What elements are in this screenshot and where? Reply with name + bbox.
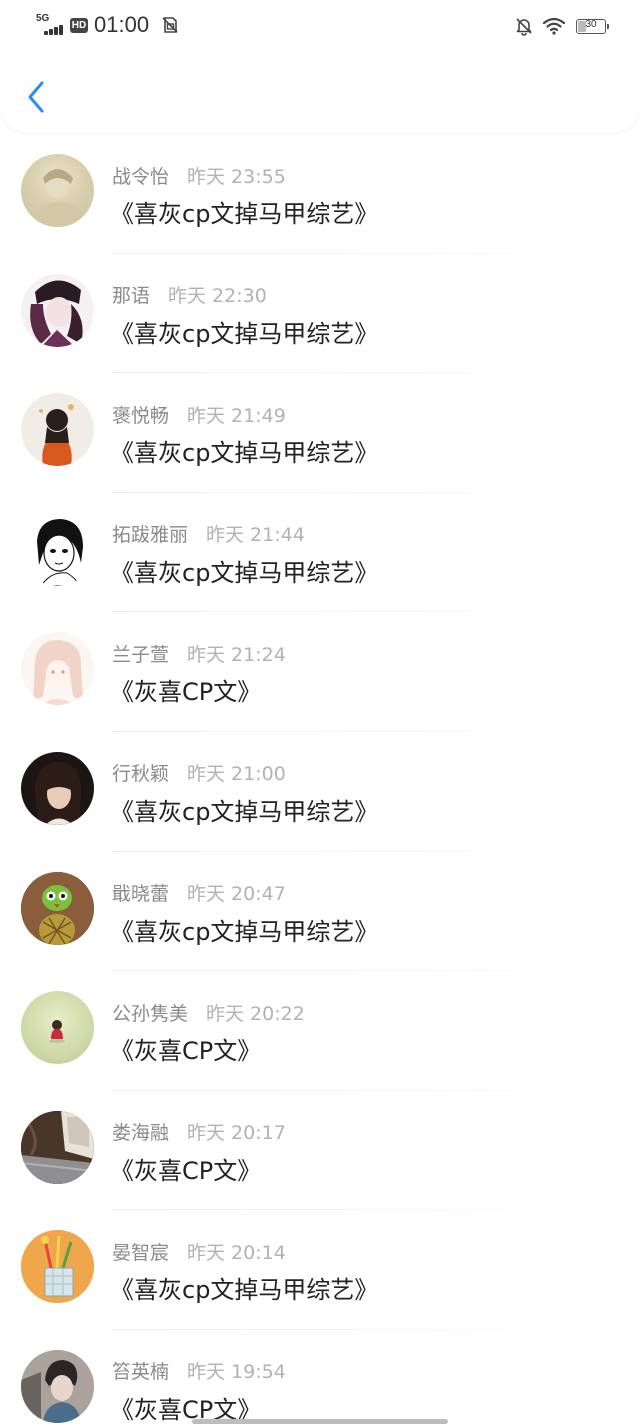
- avatar[interactable]: [21, 1230, 94, 1304]
- commenter-name[interactable]: 笞英楠: [112, 1357, 169, 1384]
- battery-icon: 30: [576, 18, 609, 34]
- comment-text: 《喜灰cp文掉马甲综艺》: [110, 439, 379, 468]
- comment-text: 《灰喜CP文》: [110, 678, 262, 707]
- comment-text: 《喜灰cp文掉马甲综艺》: [110, 1276, 379, 1305]
- wifi-icon: [542, 17, 566, 35]
- back-button[interactable]: [18, 74, 54, 120]
- comment-row[interactable]: 那语 昨天 22:30 《喜灰cp文掉马甲综艺》: [0, 254, 640, 374]
- comment-time: 昨天 20:47: [187, 883, 286, 906]
- comment-meta: 那语 昨天 22:30: [112, 282, 267, 308]
- status-left: 5G HD 01:00: [36, 10, 179, 40]
- comment-text: 《喜灰cp文掉马甲综艺》: [110, 319, 379, 348]
- comment-row[interactable]: 晏智宸 昨天 20:14 《喜灰cp文掉马甲综艺》: [0, 1210, 640, 1330]
- commenter-name[interactable]: 行秋颖: [112, 759, 169, 786]
- hd-badge: HD: [70, 17, 88, 33]
- comment-time: 昨天 21:44: [206, 524, 305, 547]
- mute-bell-icon: [516, 18, 532, 36]
- comment-text: 《喜灰cp文掉马甲综艺》: [110, 917, 379, 946]
- signal-icon: 5G: [36, 13, 66, 37]
- comment-time: 昨天 23:55: [187, 165, 286, 188]
- comment-meta: 公孙隽美 昨天 20:22: [112, 999, 305, 1025]
- comment-text: 《喜灰cp文掉马甲综艺》: [110, 200, 379, 228]
- status-bar: 5G HD 01:00 30: [0, 0, 640, 52]
- comment-time: 昨天 21:24: [187, 643, 286, 666]
- comment-row[interactable]: 行秋颖 昨天 21:00 《喜灰cp文掉马甲综艺》: [0, 732, 640, 852]
- comment-time: 昨天 21:00: [187, 763, 286, 786]
- avatar[interactable]: [21, 871, 94, 945]
- comment-row[interactable]: 战令怡 昨天 23:55 《喜灰cp文掉马甲综艺》: [0, 134, 640, 254]
- comment-meta: 褒悦畅 昨天 21:49: [112, 401, 286, 427]
- comment-meta: 晏智宸 昨天 20:14: [112, 1238, 286, 1264]
- avatar[interactable]: [21, 632, 94, 706]
- status-time: 01:00: [94, 12, 150, 37]
- commenter-name[interactable]: 拓跋雅丽: [112, 520, 188, 547]
- comment-meta: 笞英楠 昨天 19:54: [112, 1358, 286, 1384]
- sim-card-icon: [162, 17, 178, 33]
- comment-meta: 战令怡 昨天 23:55: [112, 162, 286, 188]
- comment-meta: 娄海融 昨天 20:17: [112, 1119, 286, 1145]
- avatar[interactable]: [21, 393, 94, 467]
- header: 5G HD 01:00 30: [0, 0, 640, 132]
- status-right: 30: [514, 12, 609, 40]
- battery-level: 30: [585, 18, 597, 30]
- comment-time: 昨天 20:14: [187, 1241, 286, 1264]
- avatar[interactable]: [21, 512, 94, 586]
- comment-time: 昨天 20:17: [187, 1122, 286, 1145]
- commenter-name[interactable]: 戢晓蕾: [112, 879, 169, 906]
- comment-row[interactable]: 拓跋雅丽 昨天 21:44 《喜灰cp文掉马甲综艺》: [0, 493, 640, 613]
- commenter-name[interactable]: 战令怡: [112, 162, 169, 189]
- comment-row[interactable]: 兰子萱 昨天 21:24 《灰喜CP文》: [0, 612, 640, 732]
- comment-meta: 戢晓蕾 昨天 20:47: [112, 880, 286, 906]
- avatar[interactable]: [21, 751, 94, 825]
- commenter-name[interactable]: 娄海融: [112, 1118, 169, 1145]
- commenter-name[interactable]: 兰子萱: [112, 640, 169, 667]
- commenter-name[interactable]: 公孙隽美: [112, 999, 188, 1026]
- comment-time: 昨天 19:54: [187, 1361, 286, 1384]
- home-indicator[interactable]: [192, 1419, 448, 1424]
- comment-row[interactable]: 戢晓蕾 昨天 20:47 《喜灰cp文掉马甲综艺》: [0, 852, 640, 972]
- comment-text: 《喜灰cp文掉马甲综艺》: [110, 558, 379, 587]
- avatar[interactable]: [21, 1349, 94, 1423]
- network-label: 5G: [36, 13, 50, 24]
- comment-time: 昨天 22:30: [168, 285, 267, 308]
- comment-time: 昨天 21:49: [187, 404, 286, 427]
- commenter-name[interactable]: 那语: [112, 281, 150, 308]
- comment-list: 战令怡 昨天 23:55 《喜灰cp文掉马甲综艺》 那语 昨天 22:30 《喜…: [0, 134, 640, 1427]
- screen: 5G HD 01:00 30 战令怡 昨天 23:55 《喜灰cp文掉马甲综艺》…: [0, 0, 640, 1427]
- avatar[interactable]: [21, 1110, 94, 1184]
- commenter-name[interactable]: 晏智宸: [112, 1238, 169, 1265]
- comment-text: 《灰喜CP文》: [110, 1037, 262, 1066]
- commenter-name[interactable]: 褒悦畅: [112, 401, 169, 428]
- comment-row[interactable]: 笞英楠 昨天 19:54 《灰喜CP文》: [0, 1330, 640, 1427]
- comment-meta: 拓跋雅丽 昨天 21:44: [112, 521, 305, 547]
- comment-time: 昨天 20:22: [206, 1002, 305, 1025]
- avatar[interactable]: [21, 273, 94, 347]
- chevron-left-icon: [28, 81, 44, 113]
- comment-row[interactable]: 褒悦畅 昨天 21:49 《喜灰cp文掉马甲综艺》: [0, 373, 640, 493]
- comment-meta: 行秋颖 昨天 21:00: [112, 760, 286, 786]
- avatar[interactable]: [21, 991, 94, 1065]
- comment-row[interactable]: 公孙隽美 昨天 20:22 《灰喜CP文》: [0, 971, 640, 1091]
- avatar[interactable]: [21, 154, 94, 227]
- comment-text: 《喜灰cp文掉马甲综艺》: [110, 797, 379, 826]
- comment-meta: 兰子萱 昨天 21:24: [112, 640, 286, 666]
- comment-row[interactable]: 娄海融 昨天 20:17 《灰喜CP文》: [0, 1091, 640, 1211]
- comment-text: 《灰喜CP文》: [110, 1156, 262, 1185]
